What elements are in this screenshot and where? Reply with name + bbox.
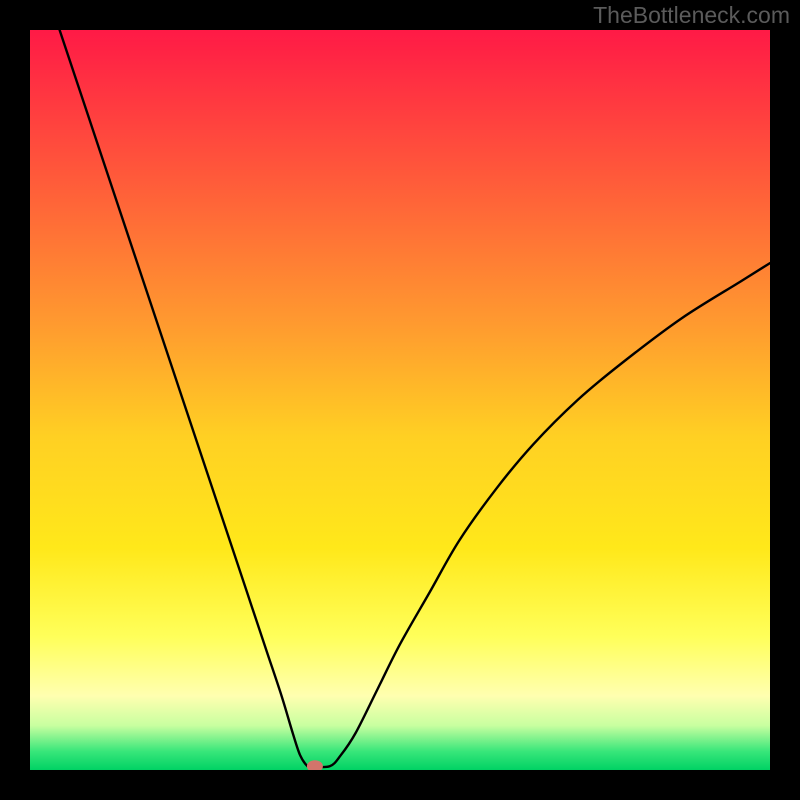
gradient-background [30,30,770,770]
bottleneck-chart [0,0,800,800]
chart-frame: TheBottleneck.com [0,0,800,800]
watermark-label: TheBottleneck.com [593,2,790,29]
optimum-marker [307,760,323,772]
